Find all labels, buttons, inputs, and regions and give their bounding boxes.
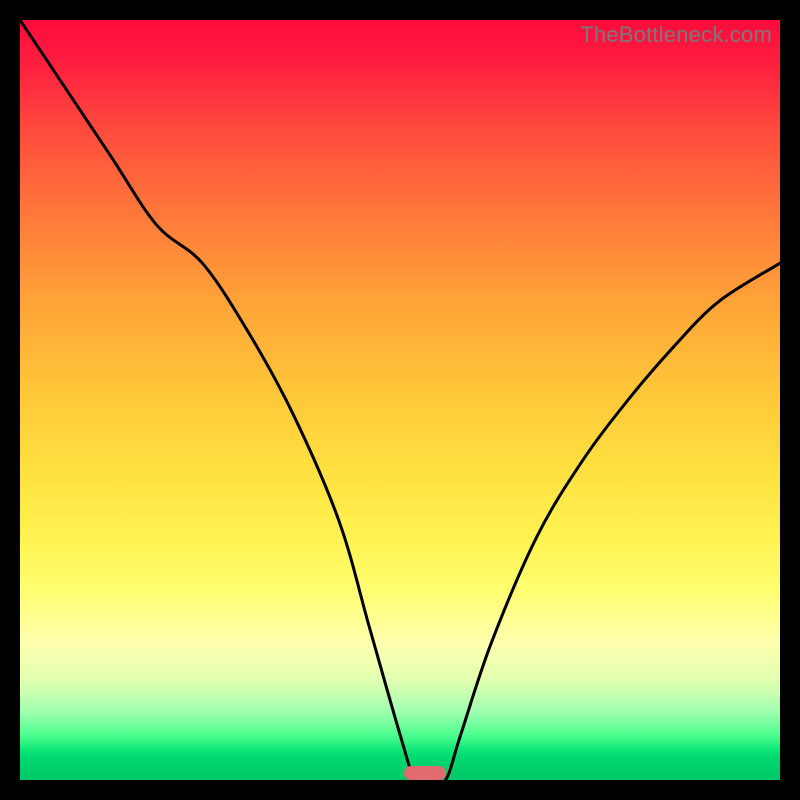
chart-container: TheBottleneck.com: [0, 0, 800, 800]
plot-area: TheBottleneck.com: [20, 20, 780, 780]
bottleneck-curve: [20, 20, 780, 780]
curve-svg: [20, 20, 780, 780]
optimum-marker: [404, 766, 446, 780]
